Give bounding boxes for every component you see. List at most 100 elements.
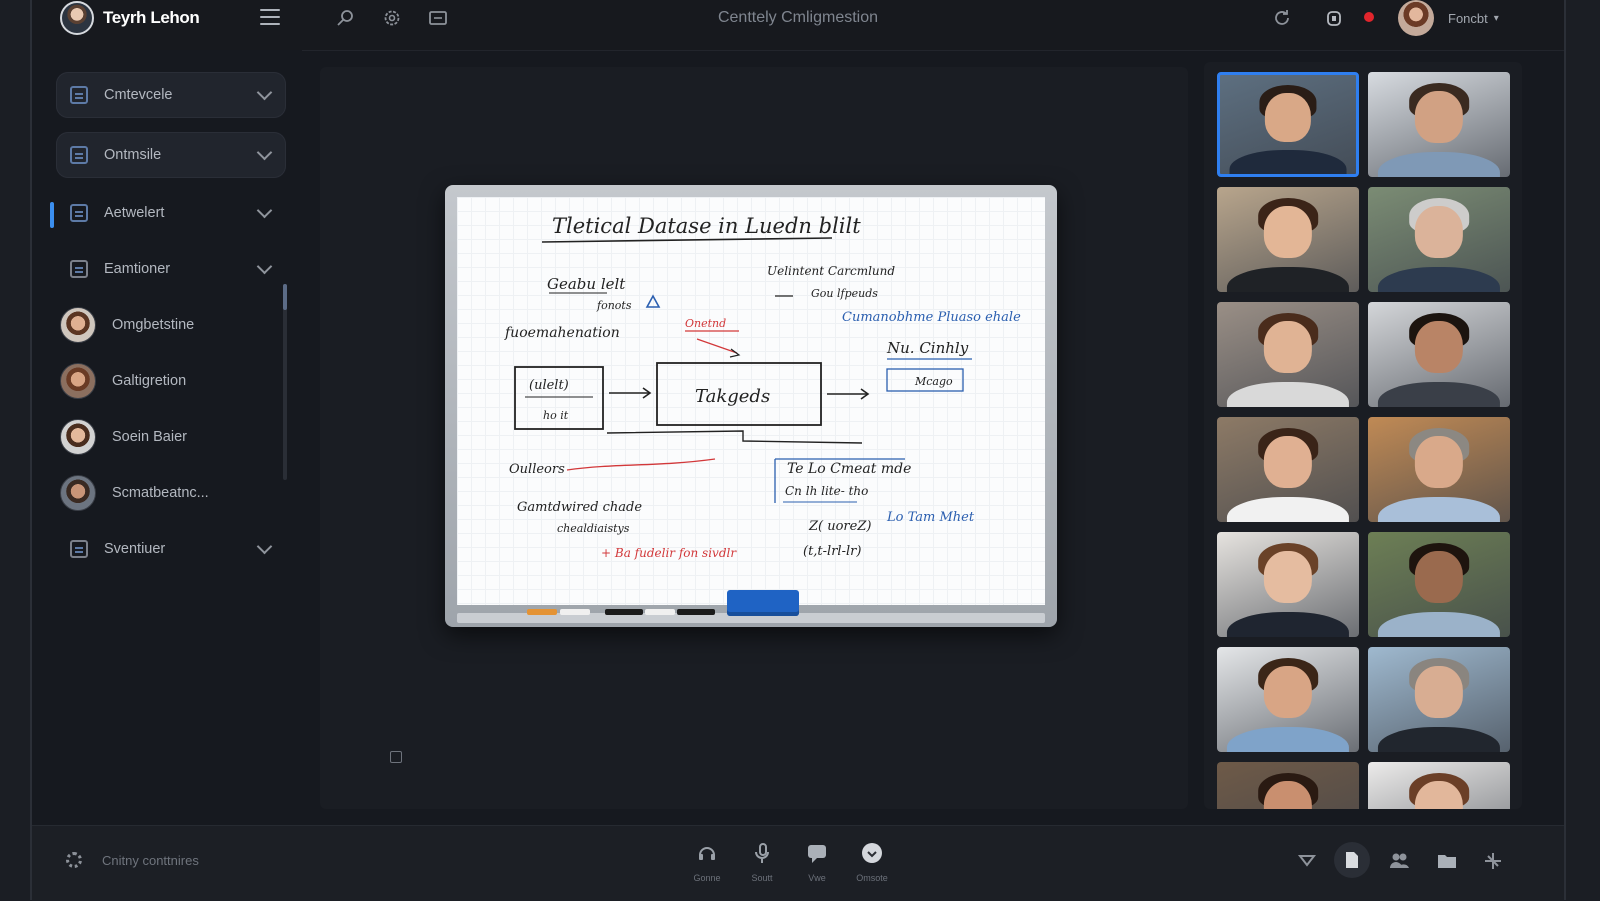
sidebar-person-1[interactable]: Omgbetstine <box>56 302 286 348</box>
wb-note: + Ba fudelir fon sivdlr <box>601 546 737 560</box>
people-icon[interactable] <box>1388 850 1410 872</box>
avatar <box>60 363 96 399</box>
chevron-down-icon <box>256 538 273 555</box>
lock-icon[interactable] <box>1324 8 1344 28</box>
wb-note: Nu. Cinhly <box>886 339 969 357</box>
avatar <box>60 475 96 511</box>
microphone-icon <box>755 843 769 863</box>
participant-tile[interactable] <box>1217 72 1359 177</box>
sidebar-item-label: Sventiuer <box>104 541 166 557</box>
wb-note: Gou lfpeuds <box>811 287 878 300</box>
participant-tile[interactable] <box>1368 302 1510 407</box>
whiteboard[interactable]: Tletical Datase in Luedn blilt Geabu lel… <box>445 185 1057 627</box>
sidebar-item-4[interactable]: Eamtioner <box>56 246 286 292</box>
shield-icon[interactable] <box>1296 850 1318 872</box>
gallery-icon <box>70 540 88 558</box>
participant-body <box>1377 266 1501 292</box>
participant-tile[interactable] <box>1368 762 1510 809</box>
control-reaction[interactable]: Omsote <box>847 842 897 883</box>
participant-body <box>1229 150 1347 174</box>
participant-body <box>1226 266 1350 292</box>
control-audio[interactable]: Gonne <box>682 842 732 883</box>
settings-icon[interactable] <box>382 8 402 28</box>
participant-tile[interactable] <box>1368 72 1510 177</box>
bottom-bar: Cnitny conttnires Gonne Soutt Vwe Omsote <box>32 825 1564 901</box>
control-chat[interactable]: Vwe <box>792 842 842 883</box>
user-avatar <box>1398 0 1434 36</box>
sidebar-item-label: Eamtioner <box>104 261 171 277</box>
active-indicator <box>50 202 54 228</box>
wb-note: (t,t-lrl-lr) <box>803 544 861 559</box>
sidebar-item-9[interactable]: Sventiuer <box>56 526 286 572</box>
participant-face <box>1414 665 1464 719</box>
gear-icon[interactable] <box>66 852 82 868</box>
brand[interactable]: Teyrh Lehon <box>60 0 200 36</box>
participant-face <box>1263 320 1313 374</box>
scrollbar-thumb[interactable] <box>283 284 287 310</box>
whiteboard-surface[interactable]: Tletical Datase in Luedn blilt Geabu lel… <box>457 197 1045 605</box>
participant-tile[interactable] <box>1217 187 1359 292</box>
sidebar-item-1[interactable]: Cmtevcele <box>56 72 286 118</box>
sidebar-person-3[interactable]: Soein Baier <box>56 414 286 460</box>
document-icon <box>1346 852 1358 868</box>
control-microphone[interactable]: Soutt <box>737 842 787 883</box>
sidebar-item-2[interactable]: Ontmsile <box>56 132 286 178</box>
wb-note: Mcago <box>914 375 953 388</box>
marker-white[interactable] <box>560 609 590 615</box>
control-label: Soutt <box>751 873 773 883</box>
participant-face <box>1414 435 1464 489</box>
whiteboard-title: Tletical Datase in Luedn blilt <box>552 214 861 238</box>
expand-icon[interactable] <box>390 751 402 763</box>
sidebar-person-2[interactable]: Galtigretion <box>56 358 286 404</box>
chevron-down-icon: ▾ <box>1493 12 1499 24</box>
wb-note: Onetnd <box>685 317 726 330</box>
participant-tile[interactable] <box>1368 647 1510 752</box>
search-user-icon[interactable] <box>336 8 356 28</box>
marker-black[interactable] <box>677 609 715 615</box>
participant-tile[interactable] <box>1217 302 1359 407</box>
share-screen-icon[interactable] <box>428 8 448 28</box>
participant-face <box>1263 665 1313 719</box>
wb-note: Z( uoreZ) <box>808 519 871 534</box>
sidebar-item-label: Galtigretion <box>112 373 187 389</box>
document-button[interactable] <box>1334 842 1370 878</box>
wb-note: Oulleors <box>509 462 565 477</box>
wb-note: Cn lh lite- tho <box>785 484 868 498</box>
sidebar-item-label: Cmtevcele <box>104 87 173 103</box>
folder-icon[interactable] <box>1436 850 1458 872</box>
sidebar-item-label: Scmatbeatnc... <box>112 485 209 501</box>
participant-face <box>1264 92 1312 143</box>
user-menu[interactable]: Foncbt ▾ <box>1398 0 1499 36</box>
menu-icon[interactable] <box>260 9 280 25</box>
refresh-icon[interactable] <box>1272 8 1292 28</box>
participant-body <box>1377 151 1501 177</box>
reaction-icon <box>862 843 882 863</box>
participant-body <box>1377 381 1501 407</box>
wb-note: chealdiaistys <box>557 522 630 535</box>
whiteboard-eraser[interactable] <box>727 590 799 616</box>
sidebar-person-4[interactable]: Scmatbeatnc... <box>56 470 286 516</box>
marker-orange[interactable] <box>527 609 557 615</box>
wb-note: Gamtdwired chade <box>517 500 642 515</box>
avatar <box>60 307 96 343</box>
wb-note: Uelintent Carcmlund <box>767 264 895 278</box>
more-icon[interactable] <box>1482 850 1504 872</box>
participant-tile[interactable] <box>1217 532 1359 637</box>
participant-body <box>1377 726 1501 752</box>
participant-tile[interactable] <box>1217 762 1359 809</box>
participant-tile[interactable] <box>1217 417 1359 522</box>
participant-face <box>1414 205 1464 259</box>
sidebar-item-label: Soein Baier <box>112 429 187 445</box>
wb-note: ho it <box>543 409 569 422</box>
participant-face <box>1414 320 1464 374</box>
marker-white[interactable] <box>645 609 675 615</box>
participant-tile[interactable] <box>1368 187 1510 292</box>
marker-black[interactable] <box>605 609 643 615</box>
sidebar-scrollbar[interactable] <box>283 284 287 480</box>
participant-tile[interactable] <box>1368 532 1510 637</box>
participant-tile[interactable] <box>1368 417 1510 522</box>
status-text: Cnitny conttnires <box>102 852 199 868</box>
participant-tile[interactable] <box>1217 647 1359 752</box>
chevron-down-icon <box>256 84 273 101</box>
sidebar-item-3[interactable]: Aetwelert <box>56 190 286 236</box>
